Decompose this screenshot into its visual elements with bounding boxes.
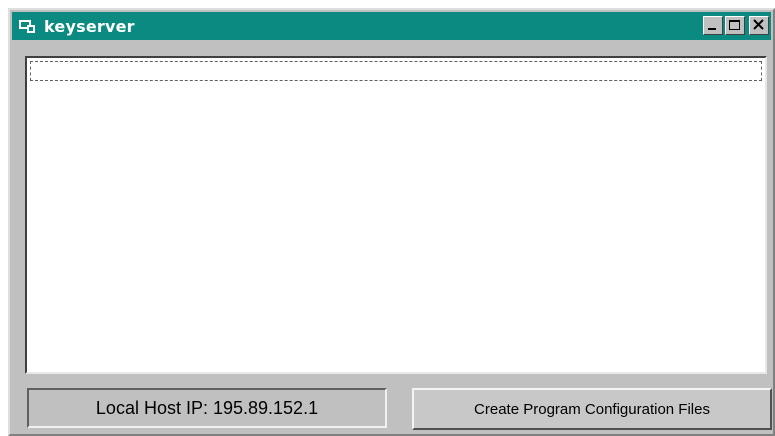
maximize-button[interactable] <box>725 16 745 35</box>
keyserver-window: keyserver Local Host IP: 195.89.152.1 Cr… <box>8 8 775 436</box>
close-icon <box>753 19 764 30</box>
output-listbox[interactable] <box>25 56 767 374</box>
list-focus-row[interactable] <box>30 61 762 81</box>
create-config-files-button[interactable]: Create Program Configuration Files <box>412 388 772 430</box>
create-config-files-label: Create Program Configuration Files <box>474 400 710 418</box>
window-controls <box>703 16 769 35</box>
app-icon[interactable] <box>18 18 36 34</box>
local-host-ip-panel: Local Host IP: 195.89.152.1 <box>27 388 387 428</box>
local-host-ip-label: Local Host IP: 195.89.152.1 <box>95 397 319 418</box>
window-title: keyserver <box>44 16 135 36</box>
minimize-button[interactable] <box>703 16 723 35</box>
maximize-icon <box>729 20 740 30</box>
title-bar[interactable]: keyserver <box>12 12 771 40</box>
minimize-icon <box>708 28 716 30</box>
close-button[interactable] <box>749 16 769 35</box>
